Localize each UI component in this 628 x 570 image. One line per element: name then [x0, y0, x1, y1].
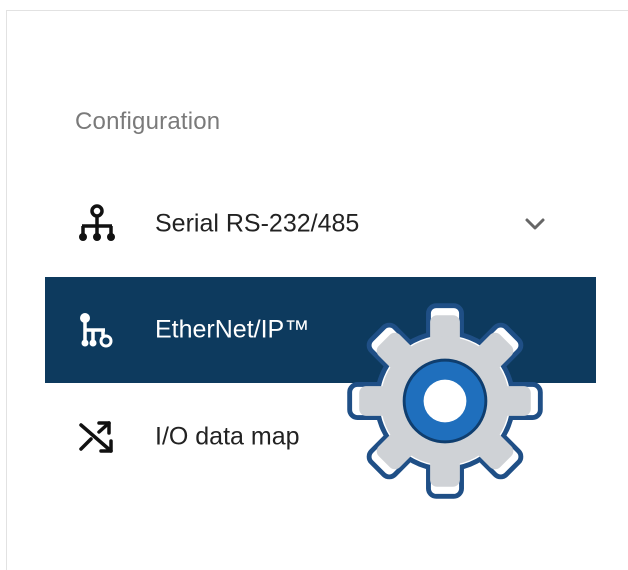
nav-item-label: I/O data map — [155, 422, 300, 451]
ethernet-ip-icon — [80, 313, 113, 348]
settings-gear-icon — [338, 294, 552, 508]
network-tree-icon — [79, 204, 115, 241]
chevron-down-icon[interactable] — [523, 212, 547, 236]
nav-item-serial[interactable]: Serial RS-232/485 — [45, 171, 596, 277]
shuffle-icon — [79, 421, 113, 453]
nav-item-label: Serial RS-232/485 — [155, 209, 360, 238]
section-title: Configuration — [75, 108, 221, 135]
nav-item-label: EtherNet/IP™ — [155, 315, 310, 344]
